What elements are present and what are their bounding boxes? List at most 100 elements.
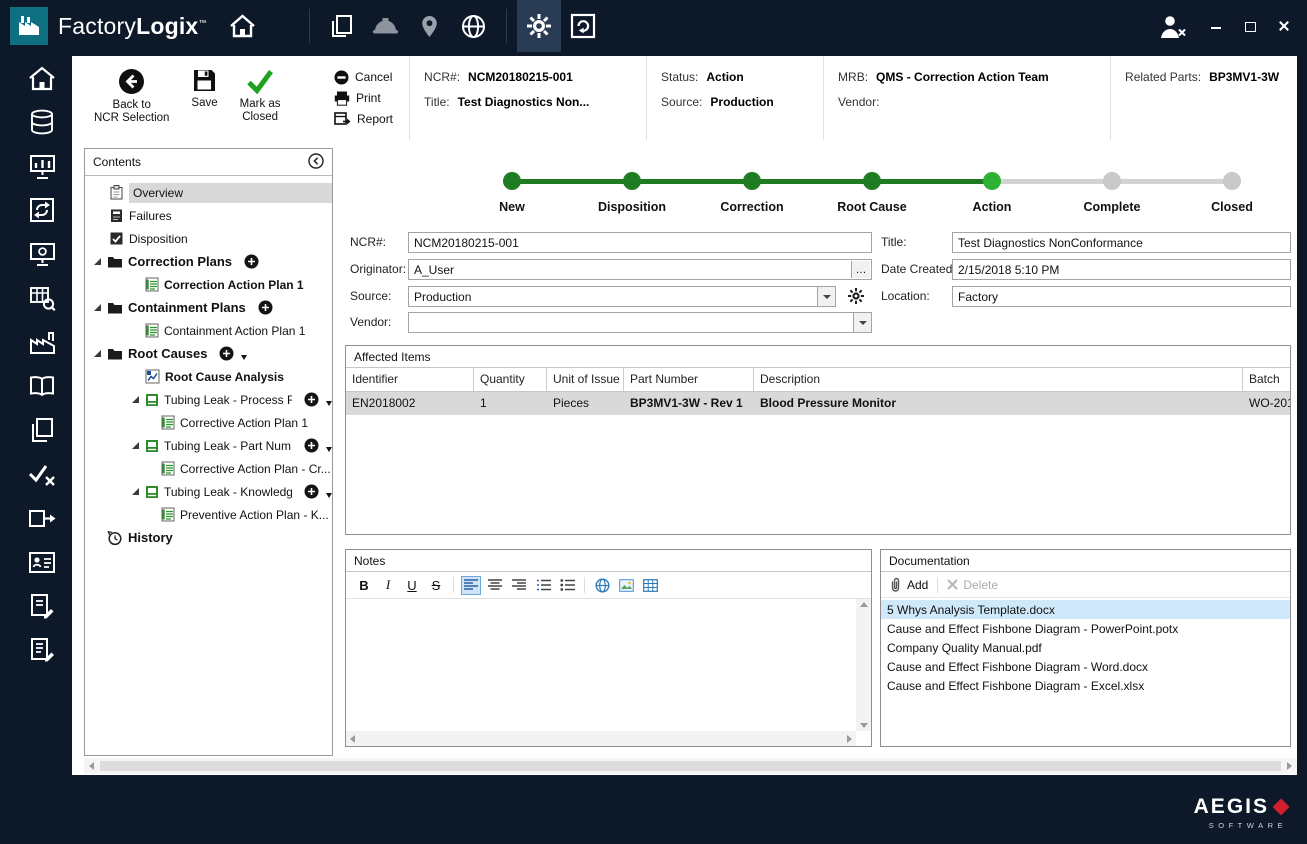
add-plan-button[interactable] (304, 484, 319, 499)
close-button[interactable] (1277, 19, 1291, 33)
sidebar-item-home[interactable] (25, 62, 59, 94)
scroll-left-icon[interactable] (89, 762, 94, 770)
align-left-button[interactable] (461, 575, 481, 595)
sidebar-item-transfer[interactable] (25, 502, 59, 534)
insert-image-button[interactable] (616, 576, 636, 595)
numbered-list-button[interactable] (533, 576, 553, 595)
file-item[interactable]: Cause and Effect Fishbone Diagram - Powe… (881, 619, 1290, 638)
sidebar-item-data-search[interactable] (25, 282, 59, 314)
sidebar-item-workstation[interactable] (25, 238, 59, 270)
expand-arrow-icon[interactable] (93, 257, 102, 266)
sidebar-item-edit-note[interactable] (25, 634, 59, 666)
scrollbar-thumb[interactable] (100, 761, 1281, 771)
content-horizontal-scrollbar[interactable] (84, 758, 1297, 774)
tree-item-disposition[interactable]: Disposition (85, 227, 332, 250)
add-dropdown-caret-icon[interactable] (326, 401, 332, 406)
scroll-up-icon[interactable] (859, 602, 868, 607)
back-to-ncr-selection-button[interactable]: Back to NCR Selection (94, 68, 169, 125)
add-root-cause-button[interactable] (219, 346, 234, 361)
location-module-button[interactable] (408, 0, 452, 52)
tree-item-history[interactable]: History (85, 526, 332, 549)
scroll-right-icon[interactable] (847, 734, 852, 743)
user-session-button[interactable] (1155, 0, 1189, 52)
align-center-button[interactable] (485, 576, 505, 595)
sidebar-item-sync[interactable] (25, 194, 59, 226)
notes-vertical-scrollbar[interactable] (856, 599, 871, 731)
file-item[interactable]: Company Quality Manual.pdf (881, 638, 1290, 657)
affected-item-row[interactable]: EN2018002 1 Pieces BP3MV1-3W - Rev 1 Blo… (346, 392, 1290, 415)
bullet-list-button[interactable] (557, 576, 577, 595)
tree-item-tubing-leak-knowledge[interactable]: Tubing Leak - Knowledg... (85, 480, 332, 503)
add-dropdown-caret-icon[interactable] (241, 355, 248, 360)
expand-arrow-icon[interactable] (131, 395, 140, 404)
add-dropdown-caret-icon[interactable] (326, 493, 332, 498)
notes-editor[interactable] (346, 599, 871, 746)
tree-item-root-cause-analysis[interactable]: Root Cause Analysis (85, 365, 332, 388)
sidebar-item-library[interactable] (25, 370, 59, 402)
expand-arrow-icon[interactable] (131, 441, 140, 450)
column-header-quantity[interactable]: Quantity (474, 368, 547, 391)
bold-button[interactable]: B (354, 576, 374, 595)
web-module-button[interactable] (452, 0, 496, 52)
ncr-number-input[interactable] (408, 232, 872, 253)
expand-arrow-icon[interactable] (93, 349, 102, 358)
insert-link-button[interactable] (592, 576, 612, 595)
source-settings-button[interactable] (847, 287, 865, 308)
settings-module-button[interactable] (516, 0, 561, 52)
source-dropdown[interactable]: Production (408, 286, 836, 307)
add-correction-plan-button[interactable] (244, 254, 259, 269)
tree-item-failures[interactable]: Failures (85, 204, 332, 227)
tree-item-containment-action-plan-1[interactable]: Containment Action Plan 1 (85, 319, 332, 342)
insert-table-button[interactable] (640, 576, 660, 595)
originator-input[interactable]: A_User … (408, 259, 872, 280)
print-button[interactable]: Print (334, 91, 393, 106)
add-plan-button[interactable] (304, 392, 319, 407)
tree-item-root-causes[interactable]: Root Causes (85, 342, 332, 365)
add-plan-button[interactable] (304, 438, 319, 453)
notes-horizontal-scrollbar[interactable] (346, 731, 856, 746)
column-header-batch[interactable]: Batch (1243, 368, 1290, 391)
dropdown-arrow-icon[interactable] (817, 287, 835, 306)
scroll-right-icon[interactable] (1287, 762, 1292, 770)
tree-item-tubing-leak-process[interactable]: Tubing Leak - Process R... (85, 388, 332, 411)
tree-item-corrective-action-plan-1[interactable]: Corrective Action Plan 1 (85, 411, 332, 434)
expand-arrow-icon[interactable] (93, 303, 102, 312)
sidebar-item-analytics[interactable] (25, 150, 59, 182)
sidebar-item-factory[interactable] (25, 326, 59, 358)
file-item[interactable]: Cause and Effect Fishbone Diagram - Word… (881, 657, 1290, 676)
add-dropdown-caret-icon[interactable] (326, 447, 332, 452)
dropdown-arrow-icon[interactable] (853, 313, 871, 332)
date-created-input[interactable] (952, 259, 1291, 280)
column-header-part-number[interactable]: Part Number (624, 368, 754, 391)
underline-button[interactable]: U (402, 576, 422, 595)
delete-document-button[interactable]: Delete (947, 578, 998, 592)
add-containment-plan-button[interactable] (258, 300, 273, 315)
collapse-all-button[interactable] (308, 152, 324, 172)
title-input[interactable] (952, 232, 1291, 253)
sidebar-item-documents[interactable] (25, 414, 59, 446)
documents-module-button[interactable] (320, 0, 364, 52)
report-button[interactable]: Report (334, 111, 393, 127)
strikethrough-button[interactable]: S (426, 576, 446, 595)
sidebar-item-database[interactable] (25, 106, 59, 138)
column-header-unit-of-issue[interactable]: Unit of Issue (547, 368, 624, 391)
tree-item-tubing-leak-part-number[interactable]: Tubing Leak - Part Num... (85, 434, 332, 457)
production-module-button[interactable] (364, 0, 408, 52)
minimize-button[interactable] (1209, 19, 1223, 33)
mark-as-closed-button[interactable]: Mark as Closed (240, 68, 281, 124)
scroll-down-icon[interactable] (859, 723, 868, 728)
sync-module-button[interactable] (561, 0, 605, 52)
align-right-button[interactable] (509, 576, 529, 595)
column-header-description[interactable]: Description (754, 368, 1243, 391)
column-header-identifier[interactable]: Identifier (346, 368, 474, 391)
tree-item-correction-plans[interactable]: Correction Plans (85, 250, 332, 273)
italic-button[interactable]: I (378, 576, 398, 595)
sidebar-item-quality-check[interactable] (25, 458, 59, 490)
tree-item-containment-plans[interactable]: Containment Plans (85, 296, 332, 319)
tree-item-overview[interactable]: Overview (85, 181, 332, 204)
scroll-left-icon[interactable] (350, 734, 355, 743)
location-input[interactable] (952, 286, 1291, 307)
file-item[interactable]: 5 Whys Analysis Template.docx (881, 600, 1290, 619)
vendor-dropdown[interactable] (408, 312, 872, 333)
maximize-button[interactable] (1243, 19, 1257, 33)
